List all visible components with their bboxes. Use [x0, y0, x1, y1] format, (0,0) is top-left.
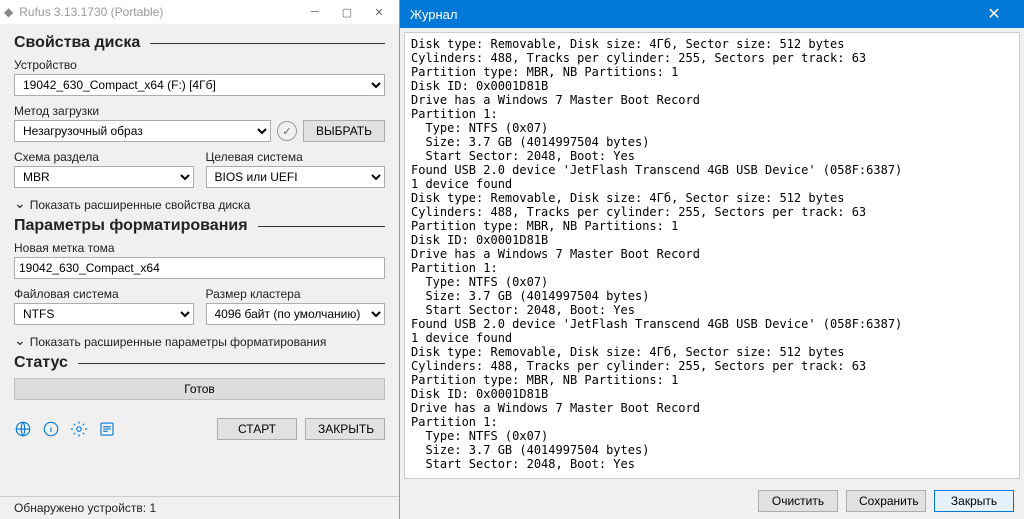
clear-button[interactable]: Очистить: [758, 490, 838, 512]
select-image-button[interactable]: ВЫБРАТЬ: [303, 120, 385, 142]
device-label: Устройство: [14, 58, 385, 72]
window-title: Rufus 3.13.1730 (Portable): [19, 5, 299, 19]
settings-icon[interactable]: [70, 420, 88, 438]
cluster-select[interactable]: 4096 байт (по умолчанию): [206, 303, 386, 325]
close-log-button[interactable]: Закрыть: [934, 490, 1014, 512]
log-body[interactable]: Disk type: Removable, Disk size: 4Гб, Se…: [404, 32, 1020, 479]
start-button[interactable]: СТАРТ: [217, 418, 297, 440]
save-button[interactable]: Сохранить: [846, 490, 926, 512]
boot-select[interactable]: Незагрузочный образ: [14, 120, 271, 142]
maximize-button[interactable]: ▢: [331, 1, 363, 23]
partition-label: Схема раздела: [14, 150, 194, 164]
log-titlebar: Журнал ✕: [400, 0, 1024, 28]
filesystem-select[interactable]: NTFS: [14, 303, 194, 325]
target-label: Целевая система: [206, 150, 386, 164]
log-window: Журнал ✕ Disk type: Removable, Disk size…: [400, 0, 1024, 519]
close-button[interactable]: ✕: [363, 1, 395, 23]
boot-label: Метод загрузки: [14, 104, 385, 118]
log-close-icon[interactable]: ✕: [974, 0, 1014, 28]
check-icon[interactable]: ✓: [277, 121, 297, 141]
log-title-text: Журнал: [410, 7, 974, 22]
advanced-drive-toggle[interactable]: Показать расширенные свойства диска: [14, 196, 385, 213]
cluster-label: Размер кластера: [206, 287, 386, 301]
partition-select[interactable]: MBR: [14, 166, 194, 188]
rufus-main-window: ◆ Rufus 3.13.1730 (Portable) ─ ▢ ✕ Свойс…: [0, 0, 400, 519]
volume-label-label: Новая метка тома: [14, 241, 385, 255]
app-icon: ◆: [4, 5, 13, 19]
section-format-options: Параметры форматирования: [14, 217, 385, 235]
target-select[interactable]: BIOS или UEFI: [206, 166, 386, 188]
filesystem-label: Файловая система: [14, 287, 194, 301]
statusline: Обнаружено устройств: 1: [0, 496, 399, 519]
advanced-format-toggle[interactable]: Показать расширенные параметры форматиро…: [14, 333, 385, 350]
minimize-button[interactable]: ─: [299, 1, 331, 23]
close-main-button[interactable]: ЗАКРЫТЬ: [305, 418, 385, 440]
log-icon[interactable]: [98, 420, 116, 438]
info-icon[interactable]: [42, 420, 60, 438]
volume-label-input[interactable]: [14, 257, 385, 279]
titlebar: ◆ Rufus 3.13.1730 (Portable) ─ ▢ ✕: [0, 0, 399, 24]
globe-icon[interactable]: [14, 420, 32, 438]
status-bar: Готов: [14, 378, 385, 400]
device-select[interactable]: 19042_630_Compact_x64 (F:) [4Гб]: [14, 74, 385, 96]
section-drive-properties: Свойства диска: [14, 34, 385, 52]
section-status: Статус: [14, 354, 385, 372]
